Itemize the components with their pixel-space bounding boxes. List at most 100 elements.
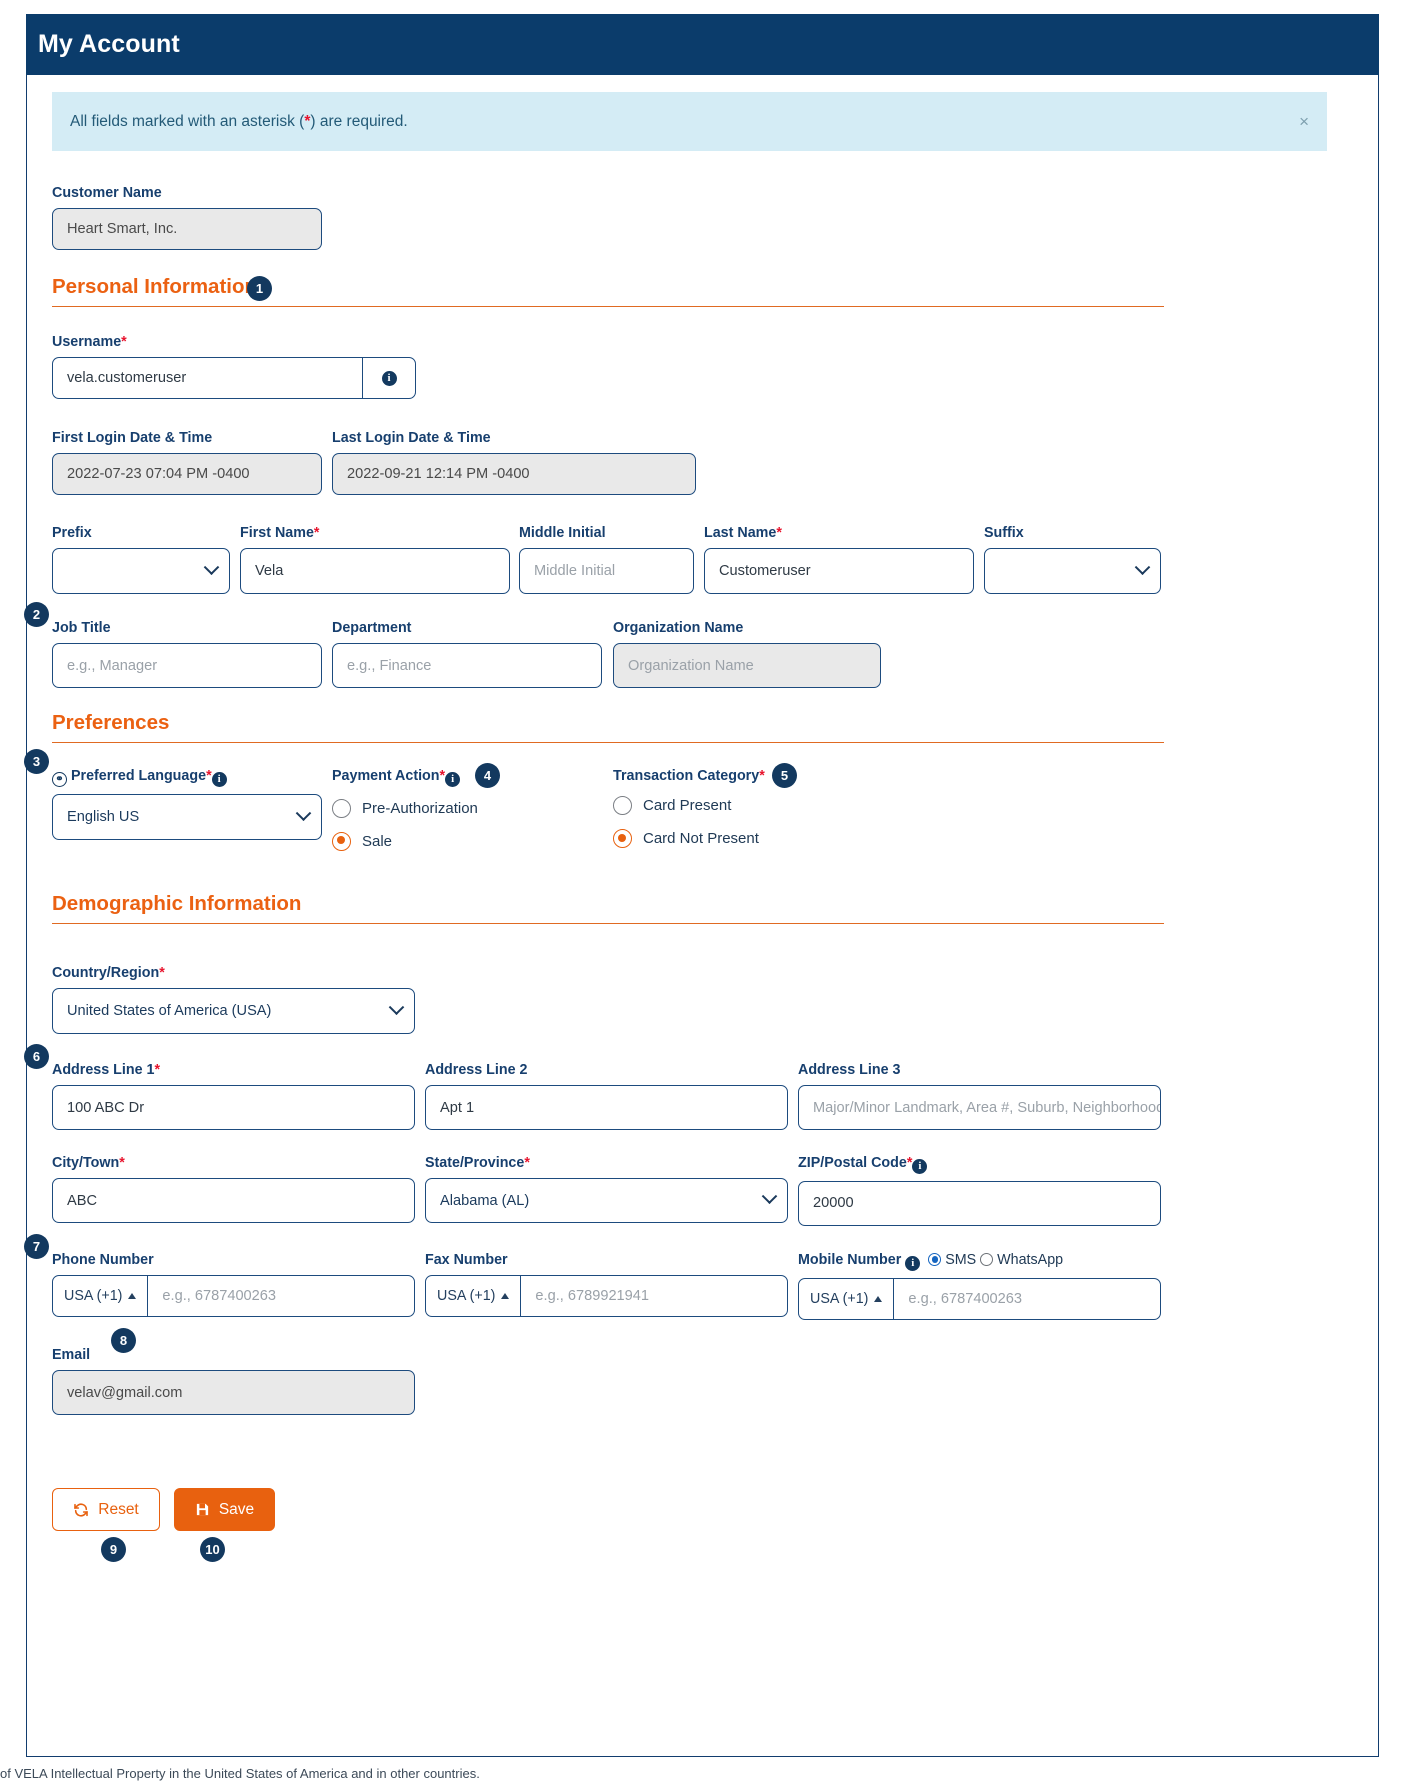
- address-line-3-input[interactable]: Major/Minor Landmark, Area #, Suburb, Ne…: [798, 1085, 1161, 1130]
- fax-country-code-select[interactable]: USA (+1): [426, 1276, 522, 1316]
- radio-icon[interactable]: [332, 798, 351, 818]
- transaction-category-group: Transaction Category* Card Present Card …: [613, 768, 893, 862]
- address-line-3-field: Address Line 3 Major/Minor Landmark, Are…: [798, 1062, 1161, 1130]
- first-login-label: First Login Date & Time: [52, 430, 213, 446]
- department-label: Department: [332, 620, 412, 636]
- mobile-number-label: Mobile Number i SMS WhatsApp: [798, 1252, 1064, 1271]
- section-title-demographic: Demographic Information: [52, 892, 302, 915]
- mobile-number-field: Mobile Number i SMS WhatsApp USA (+1) e.…: [798, 1252, 1161, 1320]
- state-province-select[interactable]: Alabama (AL): [425, 1178, 788, 1223]
- job-title-input[interactable]: e.g., Manager: [52, 643, 322, 688]
- reset-button-label: Reset: [98, 1500, 139, 1518]
- window-titlebar: My Account: [26, 14, 1379, 75]
- phone-country-code-select[interactable]: USA (+1): [53, 1276, 149, 1316]
- email-value: velav@gmail.com: [52, 1370, 415, 1415]
- refresh-icon: [74, 1502, 89, 1517]
- info-icon: i: [912, 1158, 928, 1174]
- chevron-down-icon: [1134, 558, 1151, 575]
- job-title-field: Job Title e.g., Manager: [52, 620, 322, 688]
- department-field: Department e.g., Finance: [332, 620, 602, 688]
- transaction-category-option-card-present[interactable]: Card Present: [613, 796, 893, 815]
- fax-country-code-value: USA (+1): [437, 1288, 496, 1304]
- middle-initial-input[interactable]: Middle Initial: [519, 548, 694, 594]
- radio-icon-selected[interactable]: [613, 829, 632, 848]
- section-rule-personal: [52, 306, 1164, 307]
- address-line-1-input[interactable]: 100 ABC Dr: [52, 1085, 415, 1130]
- organization-name-field: Organization Name Organization Name: [613, 620, 881, 688]
- fax-number-label: Fax Number: [425, 1252, 508, 1268]
- zip-postal-code-input[interactable]: 20000: [798, 1180, 1161, 1226]
- chevron-up-icon: [501, 1293, 510, 1299]
- chevron-down-icon: [203, 558, 220, 575]
- chevron-down-icon: [761, 1188, 778, 1205]
- required-fields-notice: All fields marked with an asterisk (*) a…: [52, 92, 1327, 151]
- fax-number-field: Fax Number USA (+1) e.g., 6789921941: [425, 1252, 788, 1317]
- mobile-number-input[interactable]: e.g., 6787400263: [894, 1279, 1160, 1319]
- step-badge-6: 6: [24, 1044, 49, 1069]
- username-info-button[interactable]: i: [362, 357, 416, 399]
- department-input[interactable]: e.g., Finance: [332, 643, 602, 688]
- section-title-preferences: Preferences: [52, 711, 170, 734]
- prefix-select[interactable]: [52, 548, 230, 594]
- username-label: Username*: [52, 334, 127, 350]
- state-province-value: Alabama (AL): [440, 1192, 530, 1209]
- country-region-select[interactable]: United States of America (USA): [52, 988, 415, 1034]
- transaction-category-option-card-not-present[interactable]: Card Not Present: [613, 829, 893, 848]
- address-line-3-label: Address Line 3: [798, 1062, 901, 1078]
- phone-number-group[interactable]: USA (+1) e.g., 6787400263: [52, 1275, 415, 1317]
- first-name-input[interactable]: Vela: [240, 548, 510, 594]
- city-town-field: City/Town* ABC: [52, 1155, 415, 1223]
- payment-action-option-sale[interactable]: Sale: [332, 831, 592, 851]
- middle-initial-field: Middle Initial Middle Initial: [519, 525, 694, 594]
- transaction-category-label: Transaction Category*: [613, 768, 765, 784]
- customer-name-value: Heart Smart, Inc.: [52, 208, 322, 250]
- save-icon: [196, 1503, 208, 1516]
- phone-number-input[interactable]: e.g., 6787400263: [148, 1276, 414, 1316]
- whatsapp-label: WhatsApp: [997, 1252, 1064, 1268]
- radio-icon[interactable]: [613, 796, 632, 815]
- fax-number-input[interactable]: e.g., 6789921941: [521, 1276, 787, 1316]
- address-line-2-input[interactable]: Apt 1: [425, 1085, 788, 1130]
- state-province-field: State/Province* Alabama (AL): [425, 1155, 788, 1223]
- mobile-number-group[interactable]: USA (+1) e.g., 6787400263: [798, 1277, 1161, 1320]
- page-title: My Account: [38, 30, 180, 58]
- info-icon: i: [905, 1255, 921, 1271]
- mobile-country-code-select[interactable]: USA (+1): [799, 1278, 895, 1319]
- section-title-personal: Personal Information: [52, 275, 258, 298]
- sms-radio-icon[interactable]: [928, 1253, 942, 1266]
- footer-note: of VELA Intellectual Property in the Uni…: [0, 1766, 480, 1781]
- chevron-down-icon: [295, 804, 312, 821]
- reset-button[interactable]: Reset: [52, 1488, 160, 1531]
- step-badge-2: 2: [24, 602, 49, 627]
- step-badge-9: 9: [101, 1537, 126, 1562]
- state-province-label: State/Province*: [425, 1155, 530, 1171]
- last-name-input[interactable]: Customeruser: [704, 548, 974, 594]
- fax-number-group[interactable]: USA (+1) e.g., 6789921941: [425, 1275, 788, 1317]
- preferred-language-select[interactable]: English US: [52, 794, 322, 840]
- suffix-select[interactable]: [984, 548, 1161, 594]
- phone-number-label: Phone Number: [52, 1252, 154, 1268]
- last-login-value: 2022-09-21 12:14 PM -0400: [332, 453, 696, 495]
- payment-action-label: Payment Action* i: [332, 768, 592, 787]
- username-input[interactable]: vela.customeruser: [52, 357, 362, 399]
- suffix-field: Suffix: [984, 525, 1161, 594]
- address-line-2-label: Address Line 2: [425, 1062, 528, 1078]
- close-icon[interactable]: ×: [1299, 113, 1309, 130]
- section-preferences: Preferences: [52, 711, 1164, 743]
- payment-action-option-pre-authorization[interactable]: Pre-Authorization: [332, 798, 592, 818]
- city-town-input[interactable]: ABC: [52, 1178, 415, 1223]
- last-login-label: Last Login Date & Time: [332, 430, 491, 446]
- save-button[interactable]: Save: [174, 1488, 275, 1531]
- info-icon: i: [381, 370, 397, 386]
- organization-name-value: Organization Name: [613, 643, 881, 688]
- organization-name-label: Organization Name: [613, 620, 744, 636]
- save-button-label: Save: [218, 1500, 255, 1518]
- phone-number-field: Phone Number USA (+1) e.g., 6787400263: [52, 1252, 415, 1317]
- whatsapp-radio-icon[interactable]: [980, 1253, 994, 1266]
- last-login-field: Last Login Date & Time 2022-09-21 12:14 …: [332, 430, 696, 495]
- country-region-label: Country/Region*: [52, 965, 165, 981]
- info-icon: i: [445, 771, 461, 787]
- form-actions: Reset Save: [52, 1488, 275, 1531]
- radio-icon-selected[interactable]: [332, 831, 351, 851]
- email-field: Email velav@gmail.com: [52, 1347, 415, 1415]
